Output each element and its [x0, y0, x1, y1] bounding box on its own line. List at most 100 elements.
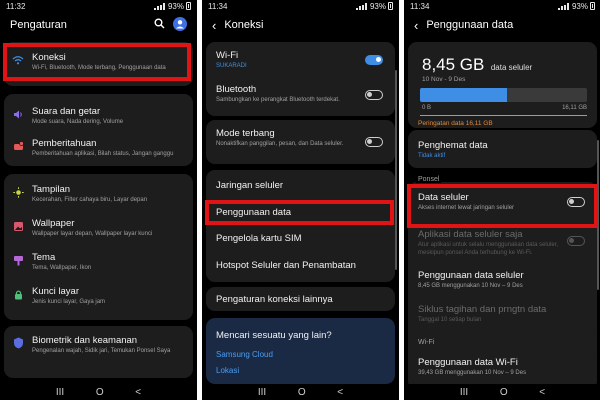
- battery-percent: 93%: [369, 1, 386, 11]
- usage-amount: 8,45 GB: [422, 55, 485, 74]
- battery-icon: [590, 2, 595, 10]
- wifi-network-name: SUKARADI: [216, 63, 247, 69]
- home-icon[interactable]: O: [96, 387, 104, 398]
- settings-item-wallpaper[interactable]: Wallpaper Wallpaper layar depan, Wallpap…: [4, 218, 193, 239]
- link-location[interactable]: Lokasi: [206, 366, 395, 375]
- bluetooth-toggle[interactable]: [365, 90, 383, 100]
- status-bar: 11:32 93%: [0, 0, 197, 12]
- page-title: Koneksi: [224, 19, 264, 31]
- battery-icon: [186, 2, 191, 10]
- profile-icon[interactable]: [173, 16, 187, 34]
- settings-item-biometrics[interactable]: Biometrik dan keamanan Pengenalan wajah,…: [4, 335, 193, 356]
- nav-bar: III O <: [0, 384, 197, 400]
- menu-item-hotspot[interactable]: Hotspot Seluler dan Penambatan: [206, 260, 395, 271]
- battery-percent: 93%: [167, 1, 184, 11]
- app-header: ‹ Penggunaan data: [404, 12, 600, 38]
- back-icon[interactable]: <: [539, 387, 545, 398]
- page-title: Pengaturan: [10, 19, 67, 31]
- battery-percent: 93%: [571, 1, 588, 11]
- recent-apps-icon[interactable]: III: [460, 387, 468, 398]
- back-icon[interactable]: <: [337, 387, 343, 398]
- connections-card: Koneksi Wi-Fi, Bluetooth, Mode terbang, …: [4, 42, 193, 86]
- battery-icon: [388, 2, 393, 10]
- network-menu-card: Jaringan seluler Penggunaan data Pengelo…: [206, 170, 395, 282]
- recent-apps-icon[interactable]: III: [56, 387, 64, 398]
- app-header: Pengaturan: [0, 12, 197, 38]
- usage-bar-fill: [420, 88, 507, 102]
- nav-bar: III O <: [404, 384, 600, 400]
- settings-item-theme[interactable]: Tema Tema, Wallpaper, Ikon: [4, 252, 193, 273]
- recent-apps-icon[interactable]: III: [258, 387, 266, 398]
- usage-amount-label: data seluler: [490, 63, 533, 72]
- billing-cycle-item[interactable]: Siklus tagihan dan prngtn data Tanggal 1…: [408, 304, 597, 325]
- wifi-data-usage-item[interactable]: Penggunaan data Wi-Fi 39,43 GB menggunak…: [408, 357, 597, 378]
- section-label-phone: Ponsel: [416, 176, 442, 183]
- settings-item-notifications[interactable]: Pemberitahuan Pemberitahuan aplikasi, Bi…: [4, 138, 193, 159]
- signal-icon: [355, 2, 368, 10]
- search-suggestion-card: Mencari sesuatu yang lain? Samsung Cloud…: [206, 318, 395, 384]
- back-arrow-icon[interactable]: ‹: [414, 18, 418, 33]
- status-bar: 11:34 93%: [202, 0, 399, 12]
- apps-mobile-data-only-toggle[interactable]: [567, 236, 585, 246]
- signal-icon: [153, 2, 166, 10]
- warning-line: [420, 115, 587, 116]
- wifi-icon: [12, 54, 24, 66]
- signal-icon: [557, 2, 570, 10]
- status-time: 11:34: [208, 1, 228, 11]
- data-saver-item[interactable]: Penghemat data Tidak aktif: [408, 140, 597, 161]
- wireless-card: Wi-Fi SUKARADI Bluetooth Sambungkan ke p…: [206, 42, 395, 116]
- phone-settings: 11:32 93% Pengaturan Koneksi Wi-Fi, Blue…: [0, 0, 197, 400]
- settings-item-display[interactable]: Tampilan Kecerahan, Filter cahaya biru, …: [4, 184, 193, 205]
- data-saver-card: Penghemat data Tidak aktif: [408, 130, 597, 168]
- wifi-toggle[interactable]: [365, 55, 383, 65]
- more-settings-card: Pengaturan koneksi lainnya: [206, 287, 395, 311]
- usage-period: 10 Nov - 9 Des: [422, 76, 466, 83]
- data-warning-label: Peringatan data 16,11 GB: [418, 120, 493, 127]
- status-time: 11:32: [6, 1, 26, 11]
- section-label-wifi: Wi-Fi: [418, 339, 435, 346]
- settings-item-sound[interactable]: Suara dan getar Mode suara, Nada dering,…: [4, 106, 193, 127]
- scrollbar[interactable]: [597, 140, 599, 290]
- notification-icon: [12, 140, 24, 152]
- sun-icon: [12, 186, 24, 198]
- airplane-mode-toggle[interactable]: [365, 137, 383, 147]
- theme-icon: [12, 254, 24, 266]
- scrollbar[interactable]: [395, 70, 397, 270]
- settings-item-lock-screen[interactable]: Kunci layar Jenis kunci layar, Gaya jam: [4, 286, 193, 307]
- airplane-card: Mode terbang Nonaktifkan panggilan, pesa…: [206, 120, 395, 164]
- usage-amount-line: 8,45 GB data seluler: [422, 55, 532, 75]
- screenshot-collage: 11:32 93% Pengaturan Koneksi Wi-Fi, Blue…: [0, 0, 600, 400]
- mobile-data-usage-item[interactable]: Penggunaan data seluler 8,45 GB mengguna…: [408, 270, 597, 291]
- biometrics-card: Biometrik dan keamanan Pengenalan wajah,…: [4, 326, 193, 378]
- usage-bar-min: 0 B: [422, 105, 432, 111]
- usage-bar: [420, 88, 587, 102]
- menu-item-mobile-network[interactable]: Jaringan seluler: [206, 180, 395, 191]
- menu-item-more-connection-settings[interactable]: Pengaturan koneksi lainnya: [206, 294, 395, 305]
- page-title: Penggunaan data: [426, 19, 514, 31]
- app-header: ‹ Koneksi: [202, 12, 399, 38]
- settings-item-connections[interactable]: Koneksi Wi-Fi, Bluetooth, Mode terbang, …: [4, 52, 193, 73]
- phone-connections: 11:34 93% ‹ Koneksi Wi-Fi SUKARADI Bluet…: [202, 0, 399, 400]
- status-bar: 11:34 93%: [404, 0, 600, 12]
- status-time: 11:34: [410, 1, 430, 11]
- back-arrow-icon[interactable]: ‹: [212, 18, 216, 33]
- menu-item-data-usage[interactable]: Penggunaan data: [206, 207, 395, 218]
- shield-icon: [12, 337, 24, 349]
- wallpaper-icon: [12, 220, 24, 232]
- back-icon[interactable]: <: [135, 387, 141, 398]
- usage-bar-max: 16,11 GB: [562, 105, 587, 111]
- nav-bar: III O <: [202, 384, 399, 400]
- menu-item-sim-manager[interactable]: Pengelola kartu SIM: [206, 233, 395, 244]
- suggestion-title: Mencari sesuatu yang lain?: [216, 330, 332, 341]
- home-icon[interactable]: O: [298, 387, 306, 398]
- speaker-icon: [12, 108, 24, 120]
- display-card: Tampilan Kecerahan, Filter cahaya biru, …: [4, 174, 193, 320]
- phone-data-usage: 11:34 93% ‹ Penggunaan data 8,45 GB data…: [404, 0, 600, 400]
- home-icon[interactable]: O: [500, 387, 508, 398]
- phone-options-card: Aplikasi data seluler saja Atur aplikasi…: [408, 224, 597, 334]
- usage-summary-card: 8,45 GB data seluler 10 Nov - 9 Des 0 B …: [408, 42, 597, 128]
- search-icon[interactable]: [154, 18, 165, 32]
- lock-icon: [12, 288, 24, 300]
- link-samsung-cloud[interactable]: Samsung Cloud: [206, 350, 395, 359]
- mobile-data-toggle[interactable]: [567, 197, 585, 207]
